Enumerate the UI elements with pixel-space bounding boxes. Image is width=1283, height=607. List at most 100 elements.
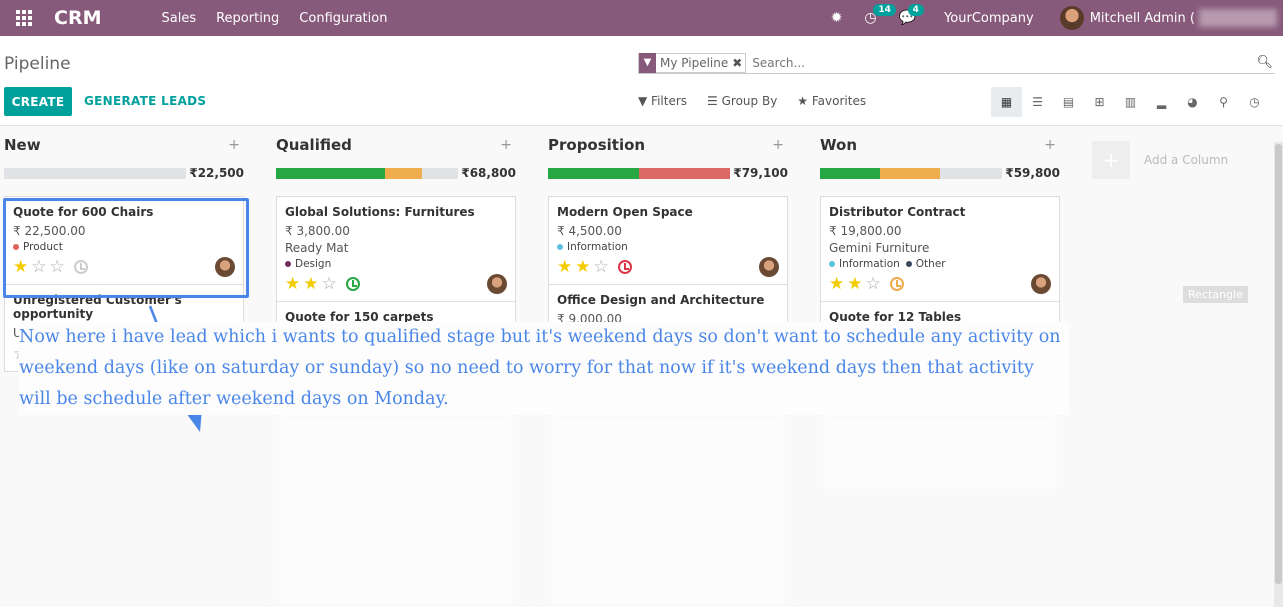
progress-segment[interactable] <box>820 167 881 179</box>
card-tag-label: Information <box>839 258 900 270</box>
quick-create-plus-icon[interactable]: + <box>1044 137 1056 153</box>
priority-star-icon[interactable]: ☆ <box>31 258 46 276</box>
card-title: Modern Open Space <box>557 205 693 219</box>
activity-view-icon[interactable]: ◷ <box>1239 87 1270 117</box>
kanban-card[interactable]: Quote for 600 Chairs ₹ 22,500.00 Product ★ ☆… <box>4 196 244 285</box>
salesperson-avatar[interactable] <box>759 257 779 277</box>
bug-icon[interactable]: ✹ <box>831 10 843 26</box>
breadcrumb: Pipeline <box>4 54 71 74</box>
card-tags: Information Other <box>829 258 1051 270</box>
column-title: Qualified <box>276 136 352 154</box>
cohort-view-icon[interactable]: ▂ <box>1146 87 1177 117</box>
column-total: ₹59,800 <box>1005 166 1060 180</box>
quick-create-plus-icon[interactable]: + <box>500 137 512 153</box>
activity-clock-icon[interactable] <box>889 277 904 291</box>
menu-sales[interactable]: Sales <box>161 11 196 26</box>
map-view-icon[interactable]: ⚲ <box>1208 87 1239 117</box>
favorites-dropdown[interactable]: ★ Favorites <box>797 94 866 108</box>
priority-star-icon[interactable]: ★ <box>575 258 590 276</box>
messages-badge: 4 <box>907 4 924 16</box>
salesperson-avatar[interactable] <box>215 257 235 277</box>
progress-segment[interactable] <box>385 167 422 179</box>
favorites-label: Favorites <box>811 94 867 108</box>
priority-star-icon[interactable]: ★ <box>557 258 572 276</box>
quick-create-plus-icon[interactable]: + <box>228 137 240 153</box>
priority-star-icon[interactable]: ☆ <box>866 275 881 293</box>
card-tags: Information <box>557 241 779 253</box>
card-amount: ₹ 4,500.00 <box>557 224 622 238</box>
priority-star-icon[interactable]: ☆ <box>50 258 65 276</box>
priority-star-icon[interactable]: ☆ <box>594 258 609 276</box>
calendar-view-icon[interactable]: ▤ <box>1053 87 1084 117</box>
add-column-label[interactable]: Add a Column <box>1144 153 1228 167</box>
menu-configuration[interactable]: Configuration <box>299 11 387 26</box>
company-switcher[interactable]: YourCompany <box>944 11 1034 26</box>
search-input[interactable] <box>752 55 1257 70</box>
priority-star-icon[interactable]: ★ <box>285 275 300 293</box>
view-switcher: ▦ ☰ ▤ ⊞ ▥ ▂ ◕ ⚲ ◷ <box>991 87 1270 117</box>
kanban-view-icon[interactable]: ▦ <box>991 87 1022 117</box>
user-menu[interactable]: Mitchell Admin ( <box>1090 11 1195 26</box>
quick-create-plus-icon[interactable]: + <box>772 137 784 153</box>
filters-label: Filters <box>651 94 688 108</box>
priority-star-icon[interactable]: ★ <box>829 275 844 293</box>
activity-badge: 14 <box>873 4 896 16</box>
kanban-card[interactable]: Distributor Contract ₹ 19,800.00 Gemini Fu… <box>820 196 1060 302</box>
activity-clock-icon[interactable] <box>73 260 88 274</box>
activity-clock-icon[interactable] <box>617 260 632 274</box>
pivot-view-icon[interactable]: ⊞ <box>1084 87 1115 117</box>
filters-dropdown[interactable]: ▼ Filters <box>638 94 687 108</box>
search-bar: ▼ My Pipeline ✖ 🔍︎ <box>638 52 1275 74</box>
progress-segment[interactable] <box>880 167 941 179</box>
column-title: New <box>4 136 41 154</box>
create-button[interactable]: CREATE <box>4 87 72 116</box>
priority-star-icon[interactable]: ★ <box>847 275 862 293</box>
column-progress-bar[interactable] <box>4 167 186 179</box>
facet-value: My Pipeline <box>660 55 729 70</box>
list-view-icon[interactable]: ☰ <box>1022 87 1053 117</box>
top-navbar: CRM Sales Reporting Configuration ✹ ◷ 14 … <box>0 0 1283 36</box>
dashboard-view-icon[interactable]: ◕ <box>1177 87 1208 117</box>
column-title: Won <box>820 136 857 154</box>
progress-segment[interactable] <box>548 167 639 179</box>
salesperson-avatar[interactable] <box>487 274 507 294</box>
messages-icon[interactable]: 💬 4 <box>899 4 924 26</box>
add-column[interactable]: + Add a Column <box>1092 141 1228 179</box>
filter-icon: ▼ <box>639 52 656 73</box>
search-icon[interactable]: 🔍︎ <box>1256 55 1273 70</box>
card-amount: ₹ 19,800.00 <box>829 224 902 238</box>
kanban-card[interactable]: Modern Open Space ₹ 4,500.00 Information ★ ★… <box>548 196 788 285</box>
app-brand[interactable]: CRM <box>54 7 101 29</box>
activity-clock-icon[interactable]: ◷ 14 <box>864 4 896 26</box>
card-tag-label: Product <box>23 241 63 253</box>
progress-segment[interactable] <box>276 167 386 179</box>
salesperson-avatar[interactable] <box>1031 274 1051 294</box>
generate-leads-button[interactable]: GENERATE LEADS <box>84 94 206 108</box>
control-panel: Pipeline CREATE GENERATE LEADS ▼ My Pipe… <box>0 36 1283 126</box>
card-tag: Design <box>285 258 331 270</box>
card-footer: ★☆☆ <box>13 256 235 278</box>
priority-star-icon[interactable]: ★ <box>303 275 318 293</box>
priority-star-icon[interactable]: ☆ <box>322 275 337 293</box>
apps-menu-icon[interactable] <box>0 0 48 36</box>
column-progress-bar[interactable] <box>276 167 458 179</box>
column-progress-bar[interactable] <box>548 167 730 179</box>
user-avatar[interactable] <box>1059 6 1084 30</box>
menu-reporting[interactable]: Reporting <box>216 11 279 26</box>
column-header: Qualified + <box>276 127 516 163</box>
add-column-plus-icon[interactable]: + <box>1092 141 1130 179</box>
groupby-dropdown[interactable]: ☰ Group By <box>707 94 777 108</box>
priority-star-icon[interactable]: ★ <box>13 258 28 276</box>
remove-facet-icon[interactable]: ✖ <box>732 56 745 70</box>
column-progress-row: ₹22,500 <box>4 163 244 183</box>
vertical-scrollbar[interactable] <box>1274 142 1283 607</box>
progress-segment[interactable] <box>639 167 730 179</box>
kanban-card[interactable]: Global Solutions: Furnitures ₹ 3,800.00 Re… <box>276 196 516 302</box>
graph-view-icon[interactable]: ▥ <box>1115 87 1146 117</box>
card-amount: ₹ 22,500.00 <box>13 224 86 238</box>
card-amount: ₹ 3,800.00 <box>285 224 350 238</box>
activity-clock-icon[interactable] <box>345 277 360 291</box>
column-progress-bar[interactable] <box>820 167 1002 179</box>
card-tag-label: Other <box>915 258 946 270</box>
card-title: Distributor Contract <box>829 205 966 219</box>
